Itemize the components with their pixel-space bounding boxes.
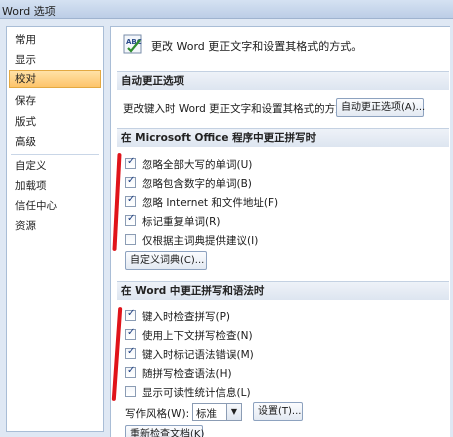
checkbox[interactable] — [125, 234, 136, 245]
writing-style-value: 标准 — [196, 408, 217, 420]
section-office-spelling: 在 Microsoft Office 程序中更正拼写时 — [117, 128, 449, 147]
nav-item-proofing[interactable]: 校对 — [9, 70, 101, 88]
options-nav: 常用 显示 校对 保存 版式 高级 自定义 加载项 信任中心 资源 — [6, 26, 104, 432]
nav-item-layout[interactable]: 版式 — [9, 113, 101, 131]
checkbox[interactable] — [125, 346, 136, 359]
section-autocorrect: 自动更正选项 — [117, 71, 449, 90]
nav-item-save[interactable]: 保存 — [9, 92, 101, 110]
window-title: Word 选项 — [2, 5, 56, 18]
option-label: 键入时检查拼写(P) — [142, 311, 231, 323]
checkbox[interactable] — [125, 156, 136, 169]
nav-item-trustcenter[interactable]: 信任中心 — [9, 197, 101, 215]
checkbox[interactable] — [125, 213, 136, 226]
title-bar: Word 选项 — [0, 0, 453, 19]
nav-item-advanced[interactable]: 高级 — [9, 133, 101, 151]
option-label: 忽略 Internet 和文件地址(F) — [142, 197, 279, 209]
autocorrect-options-button[interactable]: 自动更正选项(A)... — [336, 98, 425, 117]
nav-item-resources[interactable]: 资源 — [9, 217, 101, 235]
proofing-pane: ABC 更改 Word 更正文字和设置其格式的方式。 自动更正选项 更改键入时 … — [110, 26, 451, 437]
checkbox[interactable] — [125, 175, 136, 188]
page-header-text: 更改 Word 更正文字和设置其格式的方式。 — [151, 40, 363, 53]
recheck-document-button[interactable]: 重新检查文档(K) — [125, 425, 204, 437]
option-label: 键入时标记语法错误(M) — [142, 349, 254, 361]
checkbox[interactable] — [125, 386, 136, 397]
option-label: 使用上下文拼写检查(N) — [142, 330, 253, 342]
nav-item-display[interactable]: 显示 — [9, 51, 101, 69]
checkbox[interactable] — [125, 365, 136, 378]
checkbox[interactable] — [125, 194, 136, 207]
writing-style-label: 写作风格(W): — [125, 408, 190, 420]
option-label: 显示可读性统计信息(L) — [142, 387, 251, 399]
autocorrect-description: 更改键入时 Word 更正文字和设置其格式的方式: — [123, 103, 350, 115]
option-label: 随拼写检查语法(H) — [142, 368, 232, 380]
chevron-down-icon[interactable]: ▼ — [226, 404, 241, 420]
nav-item-addins[interactable]: 加载项 — [9, 177, 101, 195]
nav-item-common[interactable]: 常用 — [9, 31, 101, 49]
nav-divider — [11, 154, 99, 155]
writing-style-select[interactable]: 标准 ▼ — [192, 403, 242, 421]
checkbox[interactable] — [125, 327, 136, 340]
option-label: 仅根据主词典提供建议(I) — [142, 235, 259, 247]
section-word-spelling: 在 Word 中更正拼写和语法时 — [117, 281, 449, 300]
option-label: 忽略包含数字的单词(B) — [142, 178, 252, 190]
option-label: 标记重复单词(R) — [142, 216, 221, 228]
nav-item-customize[interactable]: 自定义 — [9, 157, 101, 175]
abc-proofing-icon: ABC — [123, 34, 142, 54]
custom-dictionaries-button[interactable]: 自定义词典(C)... — [125, 251, 207, 270]
option-label: 忽略全部大写的单词(U) — [142, 159, 253, 171]
checkbox[interactable] — [125, 308, 136, 321]
red-annotation-mark — [112, 152, 122, 252]
settings-button[interactable]: 设置(T)... — [253, 402, 303, 421]
red-annotation-mark — [111, 306, 123, 402]
